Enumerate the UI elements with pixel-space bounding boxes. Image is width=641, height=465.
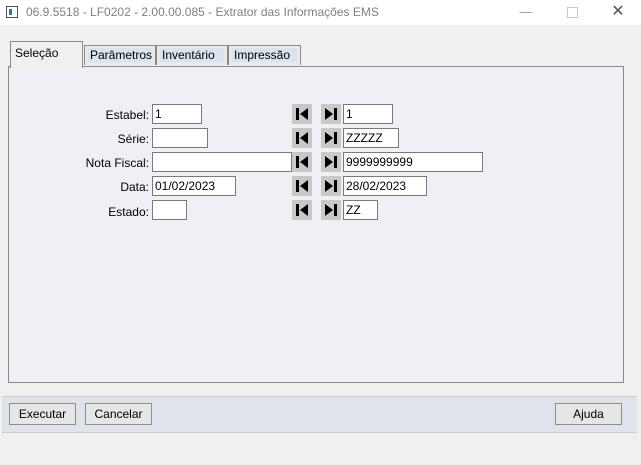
skip-first-icon (296, 180, 308, 192)
estado-first-button[interactable] (292, 200, 312, 220)
nota-fiscal-from-field[interactable] (152, 152, 292, 172)
skip-first-icon (296, 132, 308, 144)
estabel-last-button[interactable] (321, 104, 341, 124)
serie-label: Série: (117, 132, 149, 146)
estado-label: Estado: (108, 205, 149, 219)
skip-last-icon (325, 180, 337, 192)
tab-inventario[interactable]: Inventário (156, 45, 228, 65)
estabel-label: Estabel: (105, 108, 149, 122)
estado-last-button[interactable] (321, 200, 341, 220)
tab-label: Seleção (15, 46, 59, 60)
data-last-button[interactable] (321, 176, 341, 196)
estabel-first-button[interactable] (292, 104, 312, 124)
estabel-from-field[interactable]: 1 (152, 104, 202, 124)
help-button[interactable]: Ajuda (555, 403, 622, 425)
serie-to-field[interactable]: ZZZZZ (343, 128, 399, 148)
data-from-field[interactable]: 01/02/2023 (152, 176, 236, 196)
status-bar (0, 437, 641, 465)
skip-first-icon (296, 156, 308, 168)
data-to-field[interactable]: 28/02/2023 (343, 176, 427, 196)
tab-label: Inventário (160, 48, 224, 62)
title-bar: 06.9.5518 - LF0202 - 2.00.00.085 - Extra… (0, 0, 641, 25)
tab-label: Impressão (232, 48, 297, 62)
skip-last-icon (325, 132, 337, 144)
skip-last-icon (325, 108, 337, 120)
maximize-button[interactable] (549, 0, 595, 25)
tab-impressao[interactable]: Impressão (228, 45, 301, 65)
app-icon (6, 6, 18, 18)
nota-fiscal-to-field[interactable]: 9999999999 (343, 152, 483, 172)
close-button[interactable]: ✕ (595, 0, 641, 25)
estabel-to-field[interactable]: 1 (343, 104, 393, 124)
nota-fiscal-first-button[interactable] (292, 152, 312, 172)
data-first-button[interactable] (292, 176, 312, 196)
estado-to-field[interactable]: ZZ (343, 200, 378, 220)
serie-first-button[interactable] (292, 128, 312, 148)
cancel-button[interactable]: Cancelar (85, 403, 152, 425)
maximize-icon (566, 7, 578, 19)
serie-from-field[interactable] (152, 128, 208, 148)
skip-first-icon (296, 108, 308, 120)
tab-selecao[interactable]: Seleção (10, 41, 83, 68)
skip-last-icon (325, 156, 337, 168)
data-label: Data: (120, 180, 149, 194)
estado-from-field[interactable] (152, 200, 187, 220)
execute-button[interactable]: Executar (9, 403, 76, 425)
tab-label: Parâmetros (88, 48, 153, 62)
tab-parametros[interactable]: Parâmetros (84, 45, 156, 65)
serie-last-button[interactable] (321, 128, 341, 148)
minimize-button[interactable]: — (503, 0, 549, 25)
window-title: 06.9.5518 - LF0202 - 2.00.00.085 - Extra… (26, 5, 379, 19)
nota-fiscal-label: Nota Fiscal: (85, 156, 149, 170)
skip-last-icon (325, 204, 337, 216)
skip-first-icon (296, 204, 308, 216)
nota-fiscal-last-button[interactable] (321, 152, 341, 172)
